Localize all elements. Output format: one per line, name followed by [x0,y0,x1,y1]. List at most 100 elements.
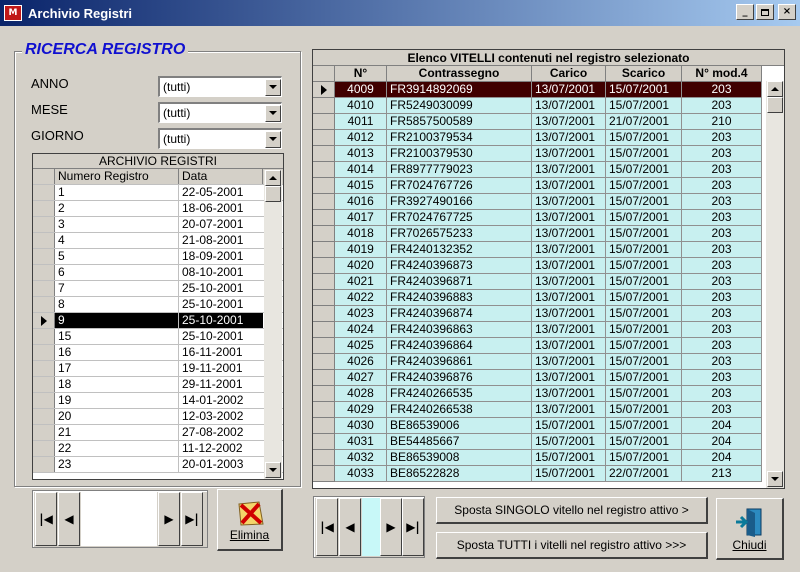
load-date-cell[interactable]: 13/07/2001 [532,386,606,402]
table-row[interactable]: 4028 FR4240266535 13/07/2001 15/07/2001 203 [313,386,784,402]
number-cell[interactable]: 4033 [335,466,387,482]
register-number-cell[interactable]: 19 [55,393,179,408]
mod4-cell[interactable]: 203 [682,146,762,162]
date-cell[interactable]: 25-10-2001 [179,297,263,312]
load-date-cell[interactable]: 13/07/2001 [532,162,606,178]
number-cell[interactable]: 4021 [335,274,387,290]
row-indicator[interactable] [313,322,335,338]
number-cell[interactable]: 4023 [335,306,387,322]
mod4-cell[interactable]: 203 [682,402,762,418]
mod4-cell[interactable]: 203 [682,130,762,146]
unload-date-cell[interactable]: 15/07/2001 [606,242,682,258]
mod4-cell[interactable]: 203 [682,194,762,210]
load-date-cell[interactable]: 13/07/2001 [532,130,606,146]
mod4-cell[interactable]: 203 [682,98,762,114]
load-date-cell[interactable]: 13/07/2001 [532,354,606,370]
column-header-load[interactable]: Carico [532,66,606,82]
tag-cell[interactable]: FR3927490166 [387,194,532,210]
tag-cell[interactable]: FR7024767726 [387,178,532,194]
number-cell[interactable]: 4014 [335,162,387,178]
row-indicator[interactable] [33,345,55,360]
row-indicator[interactable] [313,162,335,178]
last-record-button[interactable]: ▶| [402,498,424,556]
delete-button[interactable]: Elimina [217,489,283,551]
date-cell[interactable]: 25-10-2001 [179,329,263,344]
row-indicator[interactable] [313,434,335,450]
register-number-cell[interactable]: 5 [55,249,179,264]
number-cell[interactable]: 4031 [335,434,387,450]
unload-date-cell[interactable]: 15/07/2001 [606,338,682,354]
scroll-up-button[interactable] [265,170,281,186]
number-cell[interactable]: 4027 [335,370,387,386]
row-indicator[interactable] [33,361,55,376]
table-row[interactable]: 4032 BE86539008 15/07/2001 15/07/2001 204 [313,450,784,466]
year-dropdown-button[interactable] [265,78,281,96]
move-single-calf-button[interactable]: Sposta SINGOLO vitello nel registro atti… [436,497,708,524]
row-indicator[interactable] [313,210,335,226]
row-indicator[interactable] [33,281,55,296]
row-indicator[interactable] [313,114,335,130]
register-number-cell[interactable]: 20 [55,409,179,424]
number-cell[interactable]: 4012 [335,130,387,146]
number-cell[interactable]: 4025 [335,338,387,354]
mod4-cell[interactable]: 203 [682,162,762,178]
unload-date-cell[interactable]: 15/07/2001 [606,162,682,178]
tag-cell[interactable]: FR4240396883 [387,290,532,306]
row-indicator[interactable] [33,377,55,392]
table-row[interactable]: 6 08-10-2001 [33,265,283,281]
column-header-number[interactable]: N° [335,66,387,82]
table-row[interactable]: 4017 FR7024767725 13/07/2001 15/07/2001 203 [313,210,784,226]
tag-cell[interactable]: FR4240266535 [387,386,532,402]
row-indicator[interactable] [313,146,335,162]
unload-date-cell[interactable]: 15/07/2001 [606,178,682,194]
load-date-cell[interactable]: 13/07/2001 [532,274,606,290]
mod4-cell[interactable]: 204 [682,418,762,434]
row-indicator[interactable] [313,306,335,322]
unload-date-cell[interactable]: 15/07/2001 [606,386,682,402]
table-row[interactable]: 4 21-08-2001 [33,233,283,249]
number-cell[interactable]: 4018 [335,226,387,242]
date-cell[interactable]: 16-11-2001 [179,345,263,360]
date-cell[interactable]: 18-06-2001 [179,201,263,216]
table-row[interactable]: 4019 FR4240132352 13/07/2001 15/07/2001 203 [313,242,784,258]
row-indicator[interactable] [33,201,55,216]
first-record-button[interactable]: |◀ [35,492,57,546]
mod4-cell[interactable]: 203 [682,242,762,258]
date-cell[interactable]: 18-09-2001 [179,249,263,264]
table-row[interactable]: 4018 FR7026575233 13/07/2001 15/07/2001 203 [313,226,784,242]
table-row[interactable]: 4030 BE86539006 15/07/2001 15/07/2001 204 [313,418,784,434]
load-date-cell[interactable]: 13/07/2001 [532,146,606,162]
row-indicator[interactable] [33,233,55,248]
mod4-cell[interactable]: 210 [682,114,762,130]
row-indicator[interactable] [313,418,335,434]
number-cell[interactable]: 4009 [335,82,387,98]
number-cell[interactable]: 4020 [335,258,387,274]
unload-date-cell[interactable]: 15/07/2001 [606,290,682,306]
tag-cell[interactable]: BE54485667 [387,434,532,450]
unload-date-cell[interactable]: 15/07/2001 [606,274,682,290]
table-row[interactable]: 4016 FR3927490166 13/07/2001 15/07/2001 203 [313,194,784,210]
register-number-cell[interactable]: 1 [55,185,179,200]
load-date-cell[interactable]: 13/07/2001 [532,290,606,306]
number-cell[interactable]: 4015 [335,178,387,194]
table-row[interactable]: 8 25-10-2001 [33,297,283,313]
date-cell[interactable]: 19-11-2001 [179,361,263,376]
scroll-down-button[interactable] [767,471,783,487]
column-header-register-number[interactable]: Numero Registro [55,169,179,184]
tag-cell[interactable]: FR4240396876 [387,370,532,386]
load-date-cell[interactable]: 15/07/2001 [532,434,606,450]
table-row[interactable]: 5 18-09-2001 [33,249,283,265]
unload-date-cell[interactable]: 15/07/2001 [606,322,682,338]
mod4-cell[interactable]: 203 [682,290,762,306]
unload-date-cell[interactable]: 15/07/2001 [606,402,682,418]
register-number-cell[interactable]: 22 [55,441,179,456]
tag-cell[interactable]: FR4240396874 [387,306,532,322]
load-date-cell[interactable]: 13/07/2001 [532,210,606,226]
date-cell[interactable]: 21-08-2001 [179,233,263,248]
row-indicator[interactable] [313,290,335,306]
mod4-cell[interactable]: 204 [682,450,762,466]
column-header-date[interactable]: Data [179,169,263,184]
tag-cell[interactable]: BE86539006 [387,418,532,434]
date-cell[interactable]: 12-03-2002 [179,409,263,424]
date-cell[interactable]: 08-10-2001 [179,265,263,280]
